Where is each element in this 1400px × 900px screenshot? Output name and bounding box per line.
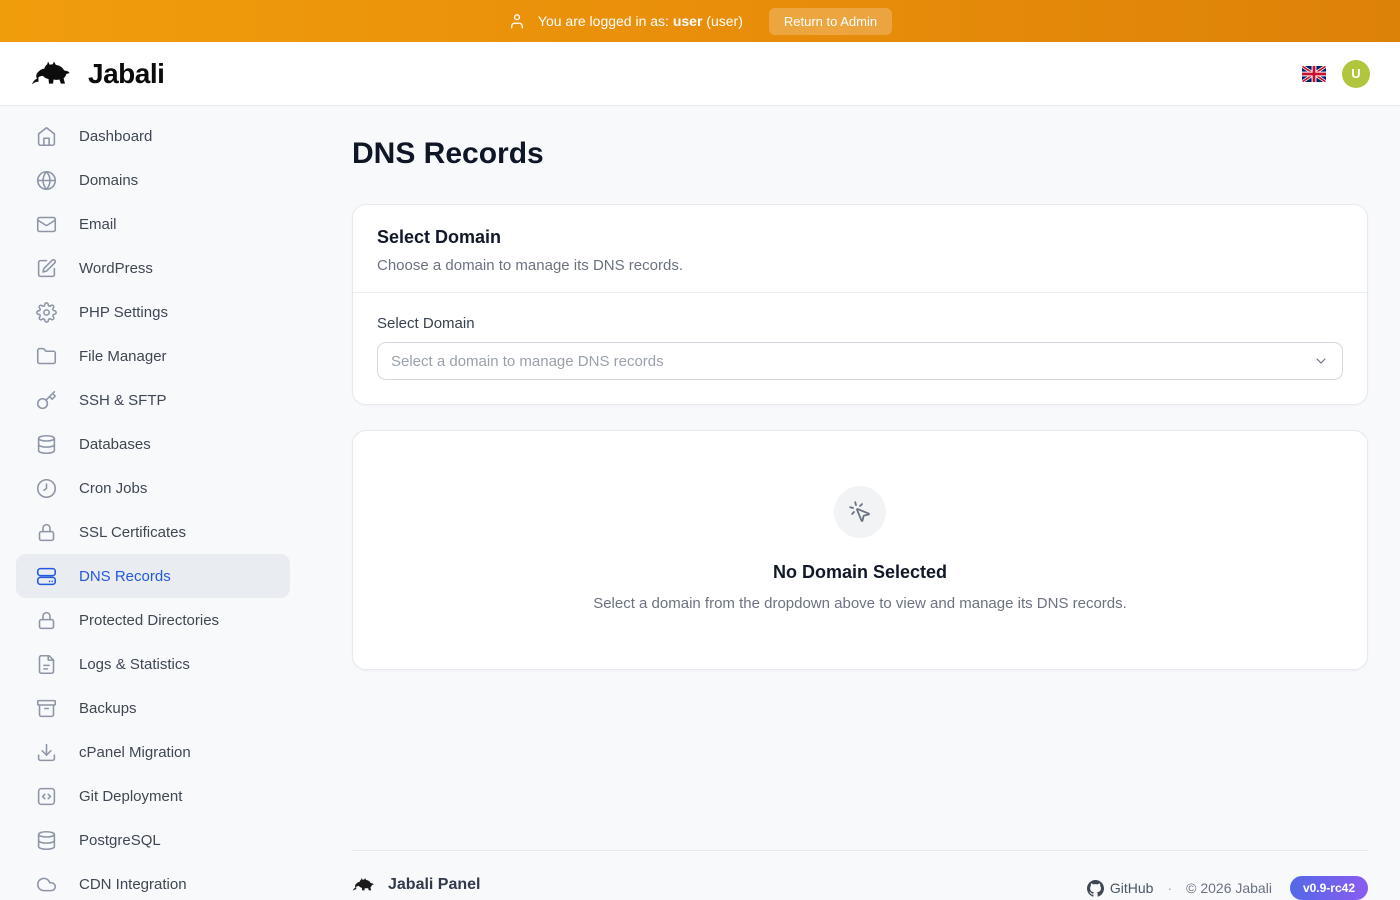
sidebar-item-ssl-certificates[interactable]: SSL Certificates bbox=[16, 510, 290, 554]
select-domain-card-title: Select Domain bbox=[377, 227, 1343, 248]
github-icon bbox=[1087, 880, 1104, 897]
select-domain-card-subtitle: Choose a domain to manage its DNS record… bbox=[377, 257, 1343, 274]
sidebar-item-label: Backups bbox=[79, 700, 137, 717]
sidebar-item-logs-statistics[interactable]: Logs & Statistics bbox=[16, 642, 290, 686]
github-link[interactable]: GitHub bbox=[1087, 880, 1154, 897]
sidebar-item-label: File Manager bbox=[79, 348, 167, 365]
sidebar-item-cdn-integration[interactable]: CDN Integration bbox=[16, 862, 290, 900]
sidebar-item-label: cPanel Migration bbox=[79, 744, 191, 761]
sidebar-item-label: Git Deployment bbox=[79, 788, 182, 805]
clock-icon bbox=[36, 478, 57, 499]
return-to-admin-button[interactable]: Return to Admin bbox=[769, 8, 892, 35]
domain-select-placeholder: Select a domain to manage DNS records bbox=[391, 353, 664, 370]
domain-select-dropdown[interactable]: Select a domain to manage DNS records bbox=[377, 342, 1343, 380]
edit-square-icon bbox=[36, 258, 57, 279]
sidebar-item-label: Logs & Statistics bbox=[79, 656, 190, 673]
folder-icon bbox=[36, 346, 57, 367]
database-icon bbox=[36, 830, 57, 851]
database-icon bbox=[36, 434, 57, 455]
empty-state-title: No Domain Selected bbox=[773, 562, 947, 583]
gear-icon bbox=[36, 302, 57, 323]
sidebar-item-protected-directories[interactable]: Protected Directories bbox=[16, 598, 290, 642]
sidebar-item-dashboard[interactable]: Dashboard bbox=[16, 114, 290, 158]
server-icon bbox=[36, 566, 57, 587]
footer-separator: · bbox=[1167, 880, 1172, 896]
sidebar-item-label: Cron Jobs bbox=[79, 480, 147, 497]
sidebar-item-backups[interactable]: Backups bbox=[16, 686, 290, 730]
lock-icon bbox=[36, 610, 57, 631]
sidebar-item-label: DNS Records bbox=[79, 568, 171, 585]
sidebar-item-label: PostgreSQL bbox=[79, 832, 161, 849]
sidebar: Dashboard Domains Email WordPress PHP Se bbox=[0, 106, 320, 900]
key-icon bbox=[36, 390, 57, 411]
empty-state-card: No Domain Selected Select a domain from … bbox=[352, 430, 1368, 670]
sidebar-item-label: Dashboard bbox=[79, 128, 152, 145]
sidebar-item-domains[interactable]: Domains bbox=[16, 158, 290, 202]
boar-logo-icon bbox=[30, 58, 78, 90]
sidebar-item-email[interactable]: Email bbox=[16, 202, 290, 246]
sidebar-item-postgresql[interactable]: PostgreSQL bbox=[16, 818, 290, 862]
sidebar-item-label: Databases bbox=[79, 436, 151, 453]
sidebar-item-label: PHP Settings bbox=[79, 304, 168, 321]
sidebar-item-cron-jobs[interactable]: Cron Jobs bbox=[16, 466, 290, 510]
copyright-text: © 2026 Jabali bbox=[1186, 880, 1272, 896]
logged-in-username: user bbox=[673, 13, 703, 29]
version-badge: v0.9-rc42 bbox=[1290, 876, 1368, 900]
main-content: DNS Records Select Domain Choose a domai… bbox=[320, 106, 1400, 900]
github-label: GitHub bbox=[1110, 880, 1154, 896]
sidebar-item-file-manager[interactable]: File Manager bbox=[16, 334, 290, 378]
impersonation-banner: You are logged in as: user (user) Return… bbox=[0, 0, 1400, 42]
sidebar-item-label: Email bbox=[79, 216, 117, 233]
sidebar-item-dns-records[interactable]: DNS Records bbox=[16, 554, 290, 598]
home-icon bbox=[36, 126, 57, 147]
select-domain-card: Select Domain Choose a domain to manage … bbox=[352, 204, 1368, 405]
page-title: DNS Records bbox=[352, 136, 1368, 172]
user-icon bbox=[508, 12, 526, 30]
footer: Jabali Panel GitHub · © 2026 Jabali v0.9… bbox=[352, 850, 1368, 900]
logged-in-role: (user) bbox=[706, 13, 743, 29]
code-square-icon bbox=[36, 786, 57, 807]
sidebar-item-label: SSL Certificates bbox=[79, 524, 186, 541]
sidebar-item-label: Protected Directories bbox=[79, 612, 219, 629]
sidebar-item-ssh-sftp[interactable]: SSH & SFTP bbox=[16, 378, 290, 422]
sidebar-item-git-deployment[interactable]: Git Deployment bbox=[16, 774, 290, 818]
mouse-pointer-click-icon bbox=[834, 486, 886, 538]
uk-flag-icon[interactable] bbox=[1302, 66, 1326, 82]
footer-brand: Jabali Panel bbox=[388, 876, 481, 894]
lock-icon bbox=[36, 522, 57, 543]
mail-icon bbox=[36, 214, 57, 235]
sidebar-item-wordpress[interactable]: WordPress bbox=[16, 246, 290, 290]
sidebar-item-label: WordPress bbox=[79, 260, 153, 277]
empty-state-message: Select a domain from the dropdown above … bbox=[593, 593, 1127, 614]
download-icon bbox=[36, 742, 57, 763]
archive-icon bbox=[36, 698, 57, 719]
app-header: Jabali U bbox=[0, 42, 1400, 106]
domain-select-label: Select Domain bbox=[377, 315, 1343, 332]
sidebar-item-label: CDN Integration bbox=[79, 876, 187, 893]
sidebar-item-cpanel-migration[interactable]: cPanel Migration bbox=[16, 730, 290, 774]
sidebar-item-databases[interactable]: Databases bbox=[16, 422, 290, 466]
globe-icon bbox=[36, 170, 57, 191]
boar-logo-icon bbox=[352, 876, 378, 894]
sidebar-item-php-settings[interactable]: PHP Settings bbox=[16, 290, 290, 334]
sidebar-item-label: SSH & SFTP bbox=[79, 392, 167, 409]
brand: Jabali bbox=[30, 58, 164, 90]
file-text-icon bbox=[36, 654, 57, 675]
sidebar-item-label: Domains bbox=[79, 172, 138, 189]
avatar[interactable]: U bbox=[1342, 60, 1370, 88]
chevron-down-icon bbox=[1313, 353, 1329, 369]
brand-name: Jabali bbox=[88, 58, 164, 90]
logged-in-message: You are logged in as: user (user) bbox=[538, 13, 743, 29]
cloud-icon bbox=[36, 874, 57, 895]
